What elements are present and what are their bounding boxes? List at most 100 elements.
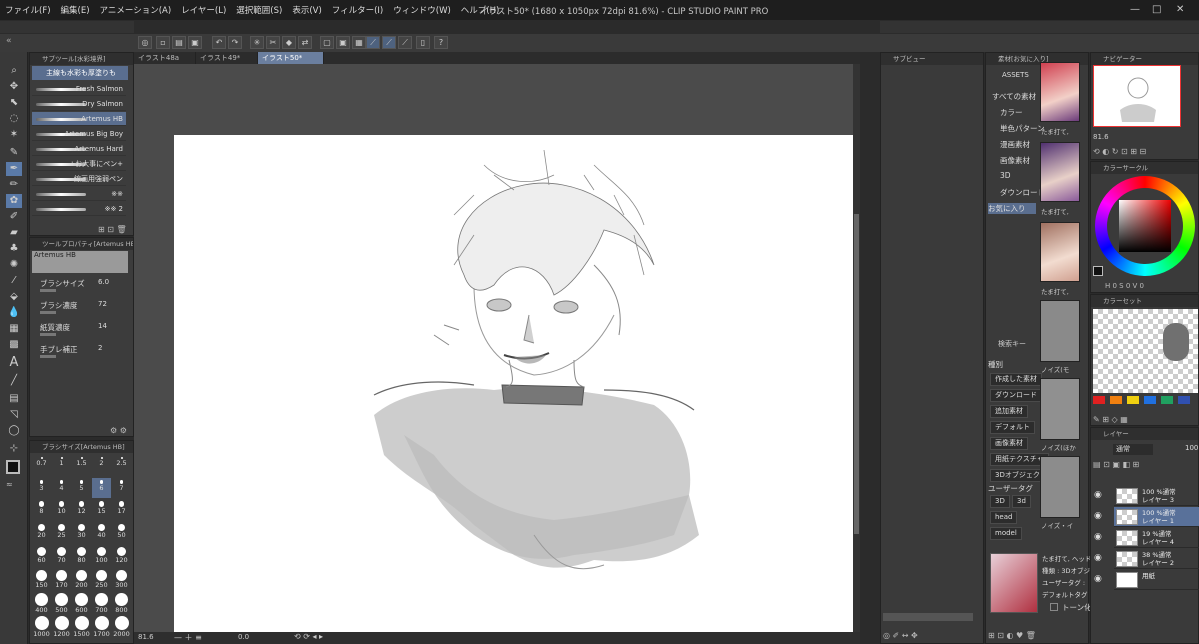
open-icon[interactable]: ▤ [172,36,186,49]
color-set-controls-icon[interactable]: ✎ ⊞ ◇ ▦ [1093,415,1128,424]
brush-size-option[interactable]: 200 [72,570,91,590]
brush-size-option[interactable]: 0.7 [32,455,51,475]
brush-size-option[interactable]: 2.5 [112,455,131,475]
color-swatch[interactable] [1110,396,1122,404]
kind-filter-button[interactable]: 追加素材 [990,405,1028,418]
minimize-icon[interactable]: — [1130,4,1140,15]
assets-root[interactable]: ASSETS [988,67,1038,83]
menu-item-3[interactable]: レイヤー(L) [176,4,231,16]
brush-item[interactable]: Artemus Big Boy [32,127,126,141]
layer-visibility-icon[interactable]: ◉ [1094,532,1102,542]
material-thumb-6[interactable] [1040,456,1080,518]
menu-item-4[interactable]: 選択範囲(S) [231,4,287,16]
magic-wand-icon[interactable]: ✶ [6,128,22,142]
menu-item-7[interactable]: ウィンドウ(W) [388,4,456,16]
brush-size-option[interactable]: 15 [92,501,111,521]
brush-size-option[interactable]: 40 [92,524,111,544]
undo-icon[interactable]: ↶ [212,36,226,49]
brush-size-option[interactable]: 170 [52,570,71,590]
layer-row[interactable]: 19 %通常 レイヤー 4 [1114,528,1199,548]
hue-ring[interactable] [1095,176,1195,276]
tone-checkbox[interactable] [1050,603,1058,611]
layer-opacity[interactable]: 100 [1185,444,1198,452]
brush-size-option[interactable]: 1 [52,455,71,475]
layer-visibility-icon[interactable]: ◉ [1094,511,1102,521]
menu-item-5[interactable]: 表示(V) [287,4,326,16]
material-tree-item[interactable]: 漫画素材 [1000,139,1030,150]
layer-row[interactable]: 38 %通常 レイヤー 2 [1114,549,1199,569]
brush-item[interactable]: Fresh Salmon [32,82,126,96]
brush-item[interactable]: Artemus HB [32,112,126,126]
user-tag-button[interactable]: head [990,511,1018,524]
property-value[interactable]: 72 [98,300,107,308]
property-slider[interactable] [40,311,56,314]
tab-illust49[interactable]: イラスト49* [196,52,258,64]
brush-size-option[interactable]: 800 [112,593,131,614]
lasso-tool-icon[interactable]: ◌ [6,112,22,126]
navigator-zoom[interactable]: 81.6 [1093,133,1109,141]
menu-item-6[interactable]: フィルター(I) [327,4,388,16]
vertical-scrollbar[interactable] [853,64,860,632]
main-color-swatch[interactable] [6,460,20,474]
material-tree-item[interactable]: お気に入り [988,203,1036,214]
transform-icon[interactable]: ⇄ [298,36,312,49]
brush-item[interactable]: ※※ [32,187,126,201]
brush-size-option[interactable]: 3 [32,478,51,498]
drawing-paper[interactable] [174,135,853,632]
material-thumb-3[interactable] [1040,222,1080,282]
brush-size-option[interactable]: 50 [112,524,131,544]
save-icon[interactable]: ▣ [188,36,202,49]
water-icon[interactable]: 💧 [6,306,22,320]
brush-size-option[interactable]: 1500 [72,616,91,638]
deselect-icon[interactable]: ▢ [320,36,334,49]
material-tree-item[interactable]: 画像素材 [1000,155,1030,166]
property-value[interactable]: 6.0 [98,278,109,286]
brush-item[interactable]: Artemus Hard [32,142,126,156]
menu-item-1[interactable]: 編集(E) [56,4,95,16]
brush-item[interactable]: Dry Salmon [32,97,126,111]
snap-grid-icon[interactable]: ⟋ [398,36,412,49]
property-slider[interactable] [40,289,56,292]
brush-size-option[interactable]: 70 [52,547,71,567]
brush-tool-icon[interactable]: ✿ [6,194,22,208]
transparent-swatch-icon[interactable]: ≈ [6,480,13,489]
user-tag-button[interactable]: 3D [990,495,1010,508]
brush-size-option[interactable]: 250 [92,570,111,590]
snap-ruler-icon[interactable]: ⟋ [366,36,380,49]
redo-icon[interactable]: ↷ [228,36,242,49]
layer-row[interactable]: 用紙 [1114,570,1199,590]
brush-size-option[interactable]: 600 [72,593,91,614]
layer-visibility-icon[interactable]: ◉ [1094,574,1102,584]
color-swatch[interactable] [1093,396,1105,404]
layer-row[interactable]: 100 %通常 レイヤー 3 [1114,486,1199,506]
kind-filter-button[interactable]: デフォルト [990,421,1035,434]
tab-illust50[interactable]: イラスト50* [258,52,324,64]
tab-illust48[interactable]: イラスト48a [134,52,196,64]
subview-controls-icon[interactable]: ◎ ✐ ↔ ✥ [883,631,918,640]
color-swatch[interactable] [1144,396,1156,404]
zoom-value[interactable]: 81.6 [138,633,154,641]
brush-size-option[interactable]: 8 [32,501,51,521]
brush-size-option[interactable]: 150 [32,570,51,590]
brush-size-option[interactable]: 100 [92,547,111,567]
device-icon[interactable]: ▯ [416,36,430,49]
airbrush-tool-icon[interactable]: ✐ [6,210,22,224]
brush-size-option[interactable]: 4 [52,478,71,498]
rotation-controls-icon[interactable]: ⟲ ⟳ ◂ ▸ [294,632,323,641]
clear-icon[interactable]: ✳ [250,36,264,49]
cut-icon[interactable]: ✂ [266,36,280,49]
material-tree-item[interactable]: すべての素材 [992,91,1036,102]
selection-icon[interactable]: ▦ [352,36,366,49]
pen-tool-icon[interactable]: ✒ [6,162,22,176]
property-slider[interactable] [40,333,56,336]
kind-filter-button[interactable]: 作成した素材 [990,373,1042,386]
material-thumb-1[interactable] [1040,62,1080,122]
snap-special-ruler-icon[interactable]: ⟋ [382,36,396,49]
correct-line-icon[interactable]: ◹ [6,408,22,422]
close-icon[interactable]: ✕ [1176,4,1184,15]
brush-size-option[interactable]: 700 [92,593,111,614]
help-icon[interactable]: ? [434,36,448,49]
layer-tool-row-icon[interactable]: ▤ ⊡ ▣ ◧ ⊞ [1093,460,1198,474]
search-key-field[interactable]: 検索キー [986,339,1038,351]
brush-size-option[interactable]: 1.5 [72,455,91,475]
